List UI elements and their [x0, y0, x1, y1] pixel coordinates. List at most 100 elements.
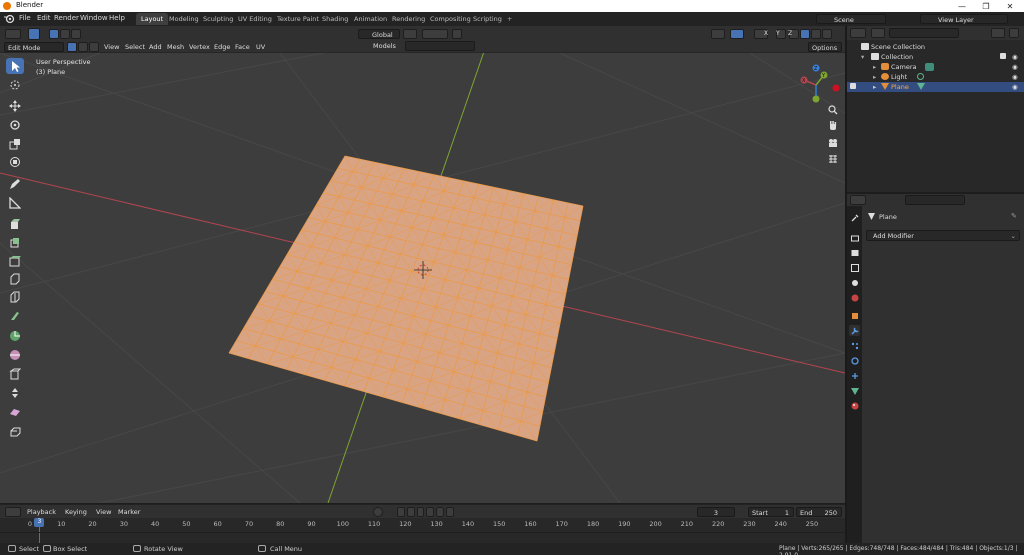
outliner-row-light[interactable]: ▸ Light ◉ [847, 72, 1024, 82]
end-frame-field[interactable]: End 250 [796, 507, 842, 517]
zoom-icon[interactable] [826, 103, 840, 117]
material-shading-button[interactable] [811, 29, 821, 39]
scale-tool[interactable] [6, 136, 24, 152]
exclude-checkbox-icon[interactable] [1000, 53, 1006, 59]
maximize-button[interactable]: ❐ [974, 0, 998, 12]
mode-new-selection-icon[interactable] [49, 29, 59, 39]
inset-faces-tool[interactable] [6, 253, 24, 269]
rip-region-tool[interactable] [6, 424, 24, 440]
solid-shading-button[interactable] [800, 29, 810, 39]
rotate-tool[interactable] [6, 117, 24, 133]
extrude-region-tool[interactable] [6, 234, 24, 250]
material-tab-icon[interactable] [849, 400, 860, 411]
menu-timeline-view[interactable]: View [96, 508, 111, 516]
gizmos-toggle-button[interactable] [730, 29, 744, 39]
viewport-search-field[interactable] [405, 41, 475, 51]
physics-tab-icon[interactable] [849, 355, 860, 366]
loop-cut-tool[interactable] [6, 289, 24, 305]
display-mode-button[interactable] [871, 28, 885, 38]
plane-mesh[interactable] [228, 155, 584, 442]
constraints-tab-icon[interactable] [849, 370, 860, 381]
playhead-line[interactable] [39, 527, 41, 543]
navigation-gizmo[interactable]: X Y Z [796, 63, 842, 109]
close-button[interactable]: ✕ [998, 0, 1022, 12]
menu-vertex[interactable]: Vertex [189, 43, 210, 51]
menu-view[interactable]: View [104, 43, 119, 51]
transform-orientation-dropdown[interactable]: Global [358, 29, 400, 39]
select-box-tool[interactable] [6, 58, 24, 74]
outliner-row-plane[interactable]: ▸ Plane ◉ [847, 82, 1024, 92]
ortho-grid-icon[interactable] [826, 152, 840, 166]
mode-dropdown[interactable]: Edit Mode [4, 42, 64, 52]
modifier-wrench-tab-icon[interactable] [849, 325, 860, 336]
jump-keyframe-forward-button[interactable] [436, 507, 445, 517]
tab-uv-editing[interactable]: UV Editing [233, 13, 277, 25]
render-tab-icon[interactable] [849, 232, 860, 243]
menu-playback[interactable]: Playback [27, 508, 56, 516]
add-modifier-dropdown[interactable]: Add Modifier ⌄ [866, 230, 1020, 241]
start-frame-field[interactable]: Start 1 [748, 507, 794, 517]
menu-render[interactable]: Render [54, 14, 79, 22]
pan-hand-icon[interactable] [826, 119, 840, 133]
new-collection-button[interactable] [1009, 28, 1019, 38]
visibility-eye-icon[interactable]: ◉ [1012, 73, 1018, 81]
measure-tool[interactable] [6, 195, 24, 211]
cursor-tool[interactable] [6, 77, 24, 93]
menu-file[interactable]: File [19, 14, 31, 22]
mirror-x-toggle[interactable]: X [764, 30, 768, 37]
select-tool-button[interactable] [28, 28, 40, 40]
expand-chevron-icon[interactable]: ▾ [861, 53, 864, 61]
snap-button[interactable] [422, 29, 448, 39]
menu-mesh[interactable]: Mesh [167, 43, 184, 51]
annotate-tool[interactable] [6, 176, 24, 192]
camera-view-icon[interactable] [826, 136, 840, 150]
jump-end-button[interactable] [446, 507, 454, 517]
outliner-editor-type-button[interactable] [850, 28, 866, 38]
properties-editor-type-button[interactable] [850, 195, 866, 205]
knife-tool[interactable] [6, 308, 24, 324]
blender-menu-icon[interactable] [4, 14, 15, 24]
snap-target-dropdown[interactable]: Models [358, 41, 403, 51]
menu-uv[interactable]: UV [256, 43, 265, 51]
world-tab-icon[interactable] [849, 292, 860, 303]
menu-edit[interactable]: Edit [37, 14, 51, 22]
shrink-fatten-tool[interactable] [6, 404, 24, 420]
proportional-edit-button[interactable] [452, 29, 462, 39]
timeline-area[interactable]: 0 10 20 30 40 50 60 70 80 90 100 110 120 130 140 150 160… [0, 518, 845, 543]
face-select-mode-button[interactable] [89, 42, 99, 52]
jump-keyframe-back-button[interactable] [406, 507, 415, 517]
visibility-eye-icon[interactable]: ◉ [1012, 83, 1018, 91]
viewport-scene[interactable] [0, 53, 845, 503]
editor-type-button[interactable] [5, 29, 21, 39]
3d-viewport[interactable]: User Perspective (3) Plane X Y Z [0, 53, 845, 503]
expand-chevron-icon[interactable]: ▸ [873, 63, 876, 71]
menu-keying[interactable]: Keying [65, 508, 87, 516]
neg-z-axis-icon[interactable] [812, 95, 820, 103]
tab-shading[interactable]: Shading [317, 13, 353, 25]
playhead-frame-indicator[interactable]: 3 [34, 518, 45, 527]
mode-subtract-selection-icon[interactable] [71, 29, 81, 39]
bevel-tool[interactable] [6, 271, 24, 287]
vertex-select-mode-button[interactable] [67, 42, 77, 52]
tab-rendering[interactable]: Rendering [387, 13, 430, 25]
play-reverse-button[interactable] [416, 507, 425, 517]
visibility-eye-icon[interactable]: ◉ [1012, 63, 1018, 71]
menu-marker[interactable]: Marker [118, 508, 140, 516]
minimize-button[interactable]: — [950, 0, 974, 12]
view-layer-selector[interactable]: View Layer [920, 14, 1008, 24]
menu-help[interactable]: Help [109, 14, 125, 22]
poly-build-tool[interactable] [6, 328, 24, 344]
pivot-point-button[interactable] [403, 29, 417, 39]
mode-extend-selection-icon[interactable] [60, 29, 70, 39]
pin-icon[interactable]: ✎ [1011, 212, 1017, 220]
jump-start-button[interactable] [397, 507, 405, 517]
properties-search-field[interactable] [905, 195, 965, 205]
scene-tab-icon[interactable] [849, 277, 860, 288]
timeline-editor-type-button[interactable] [5, 507, 21, 517]
mirror-y-toggle[interactable]: Y [776, 30, 780, 37]
record-button[interactable] [373, 507, 383, 517]
menu-window[interactable]: Window [80, 14, 108, 22]
object-tab-icon[interactable] [849, 310, 860, 321]
particles-tab-icon[interactable] [849, 340, 860, 351]
edge-select-mode-button[interactable] [78, 42, 88, 52]
